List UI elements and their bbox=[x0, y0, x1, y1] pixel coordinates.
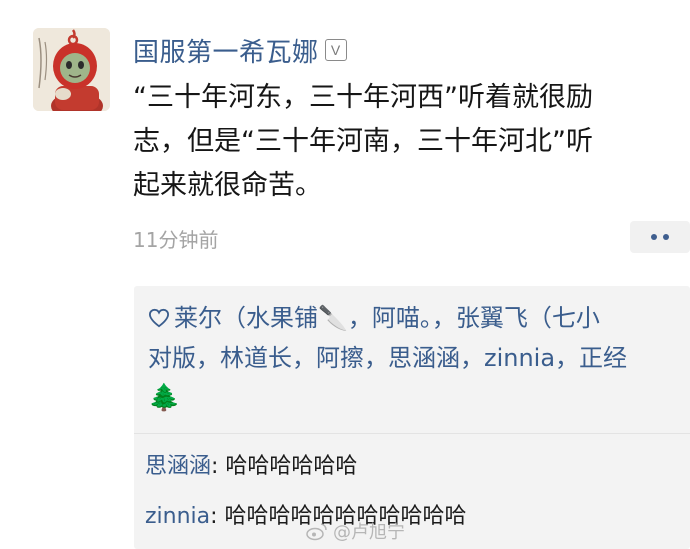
comment-author[interactable]: zinnia bbox=[145, 504, 210, 529]
more-dots-icon bbox=[663, 234, 669, 240]
comment-item[interactable]: 思涵涵: 哈哈哈哈哈哈 bbox=[145, 448, 357, 480]
post-text-line: 志，但是“三十年河南，三十年河北”听 bbox=[133, 126, 593, 157]
more-button[interactable] bbox=[630, 221, 690, 253]
watermark: @卢旭宁 bbox=[305, 518, 405, 544]
divider bbox=[134, 433, 690, 434]
post-text-line: “三十年河东，三十年河西”听着就很励 bbox=[133, 82, 593, 113]
post-text: “三十年河东，三十年河西”听着就很励 志，但是“三十年河南，三十年河北”听 起来… bbox=[133, 76, 685, 208]
teletubby-avatar-icon bbox=[33, 28, 110, 111]
likes-line[interactable]: 对版，林道长，阿擦，思涵涵，zinnia，正经 bbox=[148, 338, 688, 378]
weibo-logo-icon bbox=[306, 523, 327, 541]
more-dots-icon bbox=[651, 234, 657, 240]
tree-emoji: 🌲 bbox=[148, 383, 181, 413]
author-row: 国服第一希瓦娜 V bbox=[133, 30, 347, 70]
heart-outline-icon bbox=[148, 298, 170, 338]
likes-line[interactable]: 莱尔（水果铺🔪，阿喵。，张翼飞（七小 bbox=[174, 304, 600, 332]
avatar[interactable] bbox=[33, 28, 110, 111]
watermark-text: @卢旭宁 bbox=[333, 522, 405, 543]
verified-badge: V bbox=[324, 39, 347, 61]
likes-list: 莱尔（水果铺🔪，阿喵。，张翼飞（七小 对版，林道长，阿擦，思涵涵，zinnia，… bbox=[148, 298, 688, 418]
post-timestamp: 11分钟前 bbox=[133, 228, 219, 252]
post-text-line: 起来就很命苦。 bbox=[133, 170, 322, 201]
comment-author[interactable]: 思涵涵 bbox=[145, 454, 211, 479]
comment-text: : 哈哈哈哈哈哈 bbox=[211, 454, 358, 479]
author-name[interactable]: 国服第一希瓦娜 bbox=[133, 32, 319, 69]
